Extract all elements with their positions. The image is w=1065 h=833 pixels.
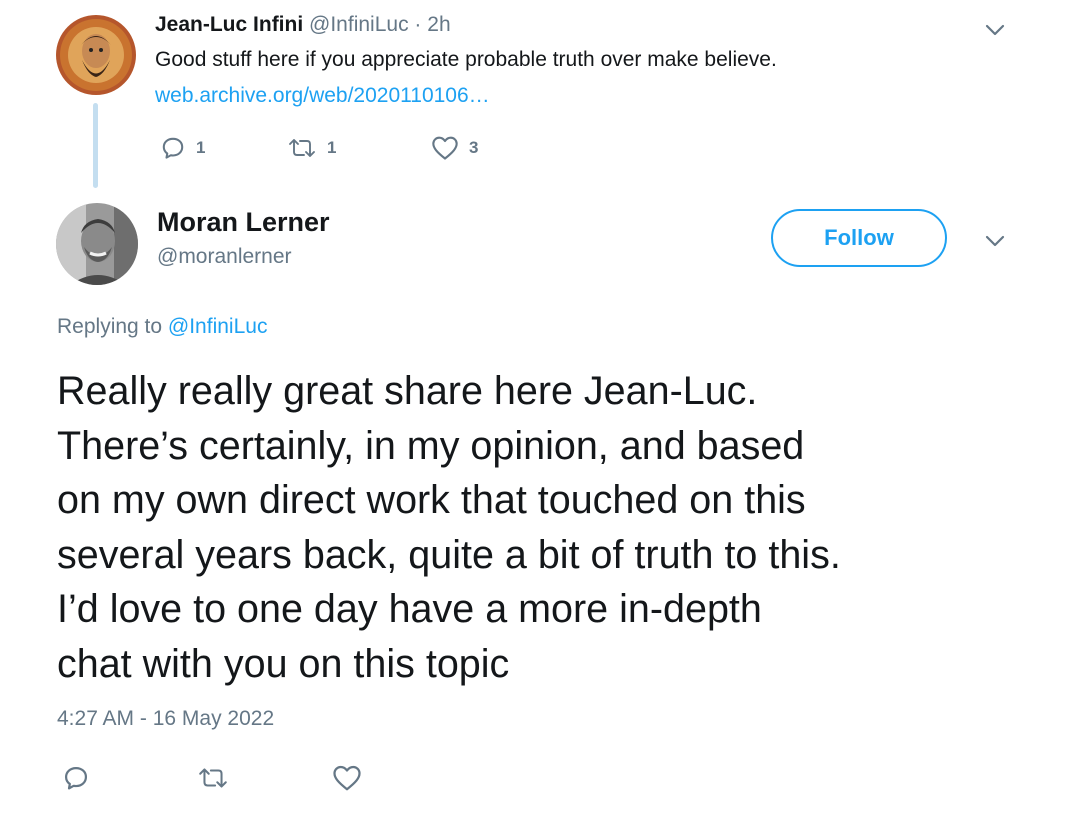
tweet-text-line: several years back, quite a bit of truth… bbox=[57, 532, 841, 577]
separator-dot: · bbox=[414, 13, 422, 36]
retweet-icon bbox=[199, 768, 227, 788]
author-handle[interactable]: @InfiniLuc bbox=[309, 13, 409, 36]
tweet-link[interactable]: web.archive.org/web/2020110106… bbox=[155, 84, 490, 108]
reply-icon bbox=[162, 137, 184, 159]
tweet-text: Really really great share here Jean-Luc.… bbox=[57, 364, 1047, 691]
reply-count: 1 bbox=[196, 138, 206, 157]
like-button[interactable]: 3 bbox=[431, 135, 478, 161]
tweet-text-line: I’d love to one day have a more in-depth bbox=[57, 587, 762, 631]
replying-to: Replying to @InfiniLuc bbox=[57, 315, 267, 339]
tweet-text-line: Really really great share here Jean-Luc. bbox=[57, 369, 758, 413]
follow-button[interactable]: Follow bbox=[771, 209, 947, 267]
chevron-down-icon[interactable] bbox=[983, 229, 1007, 253]
parent-tweet-text: Good stuff here if you appreciate probab… bbox=[155, 48, 777, 71]
like-icon bbox=[333, 765, 361, 791]
avatar[interactable] bbox=[56, 203, 138, 285]
tweet-timestamp[interactable]: 4:27 AM - 16 May 2022 bbox=[57, 707, 274, 731]
avatar[interactable] bbox=[56, 15, 136, 95]
retweet-icon bbox=[289, 139, 315, 157]
author-handle[interactable]: @moranlerner bbox=[157, 245, 292, 269]
chevron-down-icon[interactable] bbox=[983, 18, 1007, 42]
retweet-button[interactable] bbox=[197, 764, 229, 797]
retweet-button[interactable]: 1 bbox=[287, 135, 336, 161]
replying-prefix: Replying to bbox=[57, 315, 163, 338]
reply-button[interactable] bbox=[62, 764, 90, 797]
mention-link[interactable]: @InfiniLuc bbox=[168, 315, 268, 338]
parent-tweet-header: Jean-Luc Infini @InfiniLuc · 2h bbox=[155, 13, 451, 37]
tweet-text-line: chat with you on this topic bbox=[57, 641, 510, 686]
reply-icon bbox=[64, 766, 88, 790]
like-icon bbox=[432, 136, 458, 160]
tweet-time[interactable]: 2h bbox=[427, 13, 450, 36]
like-count: 3 bbox=[469, 138, 479, 157]
retweet-count: 1 bbox=[327, 138, 337, 157]
like-button[interactable] bbox=[332, 764, 362, 797]
reply-button[interactable]: 1 bbox=[160, 135, 205, 161]
tweet-text-line: on my own direct work that touched on th… bbox=[57, 478, 806, 522]
author-name[interactable]: Jean-Luc Infini bbox=[155, 13, 303, 36]
author-name[interactable]: Moran Lerner bbox=[157, 207, 330, 238]
tweet-text-line: There’s certainly, in my opinion, and ba… bbox=[57, 423, 805, 468]
thread-connector-line bbox=[93, 103, 98, 188]
